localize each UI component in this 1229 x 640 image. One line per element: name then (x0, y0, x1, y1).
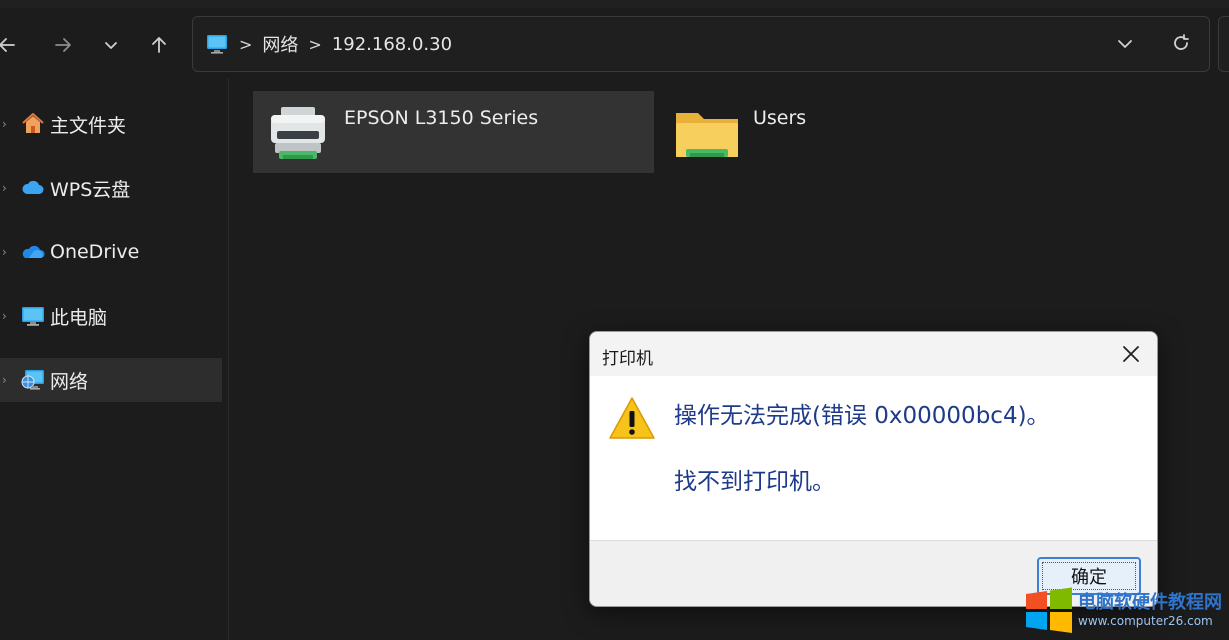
back-arrow-icon[interactable] (0, 30, 22, 60)
network-item-users-folder[interactable]: Users (662, 91, 882, 173)
sidebar-item-label: WPS云盘 (50, 178, 131, 201)
sidebar-item-label: 主文件夹 (50, 114, 127, 137)
sidebar-item-home[interactable]: › 主文件夹 (0, 102, 222, 146)
home-icon (20, 111, 46, 137)
sidebar-item-label: OneDrive (50, 241, 140, 263)
onedrive-icon (20, 239, 46, 265)
address-dropdown-chevron-icon[interactable] (1113, 32, 1137, 56)
forward-arrow-icon[interactable] (48, 30, 78, 60)
breadcrumb-ip[interactable]: 192.168.0.30 (332, 34, 452, 55)
sidebar-divider (228, 78, 229, 640)
breadcrumb-separator: > (239, 34, 253, 54)
file-explorer-window: > 网络 > 192.168.0.30 › 主文件夹 › WPS云盘 › One… (0, 0, 1229, 640)
breadcrumb-network[interactable]: 网络 (262, 31, 298, 57)
breadcrumb-separator: > (308, 34, 322, 54)
sidebar-item-network[interactable]: › 网络 (0, 358, 222, 402)
dialog-title: 打印机 (602, 349, 653, 369)
error-message: 操作无法完成(错误 0x00000bc4)。 (674, 403, 1050, 429)
cloud-icon (20, 175, 46, 201)
watermark: 电脑软硬件教程网 www.computer26.com (1024, 584, 1229, 640)
folder-icon (672, 101, 742, 165)
search-box-edge[interactable] (1218, 16, 1229, 72)
window-top-strip (0, 0, 1229, 8)
windows-logo-icon (1024, 586, 1074, 634)
printer-error-dialog: 打印机 操作无法完成(错误 0x00000bc4)。 找不到打印机。 确定 (589, 331, 1158, 607)
network-item-label: EPSON L3150 Series (344, 107, 539, 129)
network-icon (20, 367, 46, 393)
refresh-icon[interactable] (1169, 31, 1193, 55)
network-item-printer[interactable]: EPSON L3150 Series (253, 91, 654, 173)
sidebar-item-onedrive[interactable]: › OneDrive (0, 230, 222, 274)
watermark-url: www.computer26.com (1078, 614, 1213, 628)
watermark-title: 电脑软硬件教程网 (1078, 592, 1222, 613)
monitor-icon (205, 32, 229, 56)
expand-chevron-icon[interactable]: › (2, 309, 12, 323)
sidebar-item-label: 此电脑 (50, 306, 108, 329)
network-item-label: Users (753, 107, 807, 129)
address-bar[interactable]: > 网络 > 192.168.0.30 (192, 16, 1210, 72)
sidebar-item-label: 网络 (50, 370, 89, 393)
up-arrow-icon[interactable] (144, 30, 174, 60)
dialog-title-bar[interactable]: 打印机 (590, 332, 1157, 376)
printer-icon (263, 101, 333, 165)
warning-icon (608, 394, 656, 442)
computer-icon (20, 303, 46, 329)
expand-chevron-icon[interactable]: › (2, 373, 12, 387)
expand-chevron-icon[interactable]: › (2, 181, 12, 195)
dialog-body: 操作无法完成(错误 0x00000bc4)。 找不到打印机。 (590, 376, 1157, 540)
recent-locations-chevron-icon[interactable] (96, 30, 126, 60)
sidebar-item-this-pc[interactable]: › 此电脑 (0, 294, 222, 338)
expand-chevron-icon[interactable]: › (2, 117, 12, 131)
sidebar-item-wps-cloud[interactable]: › WPS云盘 (0, 166, 222, 210)
error-detail: 找不到打印机。 (674, 469, 835, 495)
close-icon[interactable] (1119, 342, 1143, 366)
expand-chevron-icon[interactable]: › (2, 245, 12, 259)
